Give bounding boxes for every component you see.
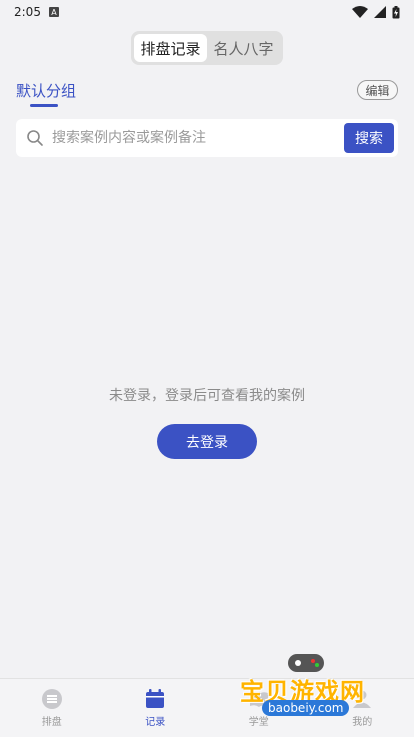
search-bar: 搜索	[16, 119, 398, 157]
group-tab-default[interactable]: 默认分组	[16, 80, 76, 101]
nav-label-records: 记录	[145, 717, 166, 728]
gamepad-icon	[288, 654, 324, 672]
layout-icon	[41, 689, 62, 709]
nav-label-paipan: 排盘	[41, 717, 62, 728]
status-left: 2:05 A	[14, 5, 59, 19]
record-type-segmented-control: 排盘记录 名人八字	[131, 31, 283, 65]
book-icon	[249, 692, 268, 707]
bottom-nav: 排盘 记录 学堂 我的	[0, 678, 414, 737]
battery-icon	[392, 5, 400, 18]
search-input[interactable]	[50, 129, 344, 147]
user-icon	[353, 690, 372, 708]
notification-app-icon: A	[48, 7, 59, 17]
search-button[interactable]: 搜索	[344, 123, 394, 153]
login-button[interactable]: 去登录	[157, 424, 257, 459]
edit-button[interactable]: 编辑	[357, 80, 398, 100]
nav-label-mine: 我的	[352, 717, 373, 728]
tab-paipan-records[interactable]: 排盘记录	[134, 34, 207, 62]
status-bar: 2:05 A	[0, 0, 414, 24]
nav-label-school: 学堂	[248, 717, 269, 728]
search-icon	[27, 130, 43, 146]
status-right	[352, 5, 400, 19]
tab-celebrity-bazi[interactable]: 名人八字	[207, 34, 280, 62]
calendar-icon	[146, 689, 165, 708]
nav-item-records[interactable]: 记录	[104, 688, 208, 728]
nav-item-mine[interactable]: 我的	[311, 688, 414, 728]
nav-item-paipan[interactable]: 排盘	[0, 688, 104, 728]
nav-item-school[interactable]: 学堂	[207, 688, 311, 728]
wifi-icon	[352, 6, 368, 18]
group-tab-indicator	[30, 104, 58, 107]
empty-state-message: 未登录，登录后可查看我的案例	[109, 388, 305, 404]
signal-icon	[374, 6, 386, 18]
status-time: 2:05	[14, 5, 41, 19]
